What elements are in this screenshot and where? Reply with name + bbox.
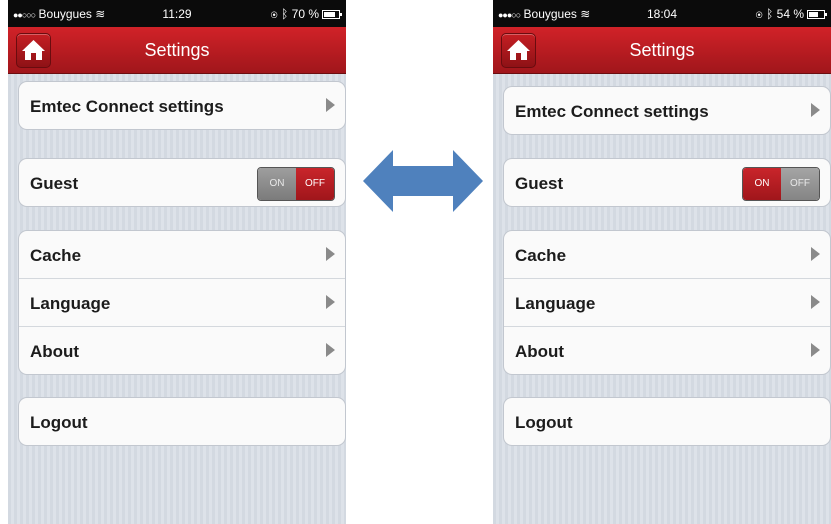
bluetooth-icon: ᛒ [766, 7, 774, 21]
group-guest: Guest ON OFF [503, 158, 831, 207]
toggle-on-segment[interactable]: ON [258, 168, 296, 200]
phone-screen-right: ●●●○○ Bouygues ≋ 18:04 ◉ ᛒ 54 % Settings… [493, 0, 831, 524]
about-row[interactable]: About [504, 327, 830, 374]
cache-row[interactable]: Cache [19, 231, 345, 279]
battery-icon [807, 10, 827, 19]
chevron-right-icon [326, 247, 335, 261]
toggle-off-segment[interactable]: OFF [296, 168, 334, 200]
row-label: Logout [30, 413, 88, 432]
emtec-connect-settings-row[interactable]: Emtec Connect settings [19, 82, 345, 129]
row-label: Language [515, 294, 596, 313]
status-bar: ●●●○○ Bouygues ≋ 18:04 ◉ ᛒ 54 % [493, 0, 831, 27]
logout-row[interactable]: Logout [19, 398, 345, 445]
battery-percent: 54 % [776, 7, 804, 21]
group-logout: Logout [18, 397, 346, 446]
row-label: Guest [30, 174, 79, 193]
about-row[interactable]: About [19, 327, 345, 374]
guest-toggle[interactable]: ON OFF [257, 167, 335, 201]
emtec-connect-settings-row[interactable]: Emtec Connect settings [504, 87, 830, 134]
row-label: Logout [515, 413, 573, 432]
status-right: ◉ ᛒ 54 % [755, 7, 827, 21]
battery-fill [324, 12, 336, 17]
row-label: Emtec Connect settings [30, 97, 224, 116]
chevron-right-icon [811, 103, 820, 117]
chevron-right-icon [811, 247, 820, 261]
group-emtec: Emtec Connect settings [18, 81, 346, 130]
status-right: ◉ ᛒ 70 % [270, 7, 342, 21]
guest-toggle[interactable]: ON OFF [742, 167, 820, 201]
phone-screen-left: ●●○○○ Bouygues ≋ 11:29 ◉ ᛒ 70 % Settings… [8, 0, 346, 524]
language-row[interactable]: Language [504, 279, 830, 327]
row-label: About [30, 342, 80, 361]
group-general: Cache Language About [503, 230, 831, 375]
logout-row[interactable]: Logout [504, 398, 830, 445]
row-label: Cache [515, 246, 567, 265]
guest-row: Guest ON OFF [504, 159, 830, 206]
group-guest: Guest ON OFF [18, 158, 346, 207]
lock-rotation-icon: ◉ [755, 7, 763, 21]
row-label: Guest [515, 174, 564, 193]
battery-fill [809, 12, 818, 17]
double-arrow-icon [363, 150, 483, 212]
row-label: Emtec Connect settings [515, 102, 709, 121]
chevron-right-icon [326, 98, 335, 112]
battery-icon [322, 10, 342, 19]
status-bar: ●●○○○ Bouygues ≋ 11:29 ◉ ᛒ 70 % [8, 0, 346, 27]
chevron-right-icon [326, 295, 335, 309]
battery-percent: 70 % [291, 7, 319, 21]
lock-rotation-icon: ◉ [270, 7, 278, 21]
group-emtec: Emtec Connect settings [503, 86, 831, 135]
group-general: Cache Language About [18, 230, 346, 375]
chevron-right-icon [326, 343, 335, 357]
chevron-right-icon [811, 343, 820, 357]
row-label: About [515, 342, 565, 361]
cache-row[interactable]: Cache [504, 231, 830, 279]
toggle-off-segment[interactable]: OFF [781, 168, 819, 200]
guest-row: Guest ON OFF [19, 159, 345, 206]
page-title: Settings [629, 40, 695, 60]
nav-bar: Settings [8, 27, 346, 74]
row-label: Cache [30, 246, 82, 265]
language-row[interactable]: Language [19, 279, 345, 327]
bluetooth-icon: ᛒ [281, 7, 289, 21]
nav-bar: Settings [493, 27, 831, 74]
group-logout: Logout [503, 397, 831, 446]
page-title: Settings [144, 40, 210, 60]
toggle-on-segment[interactable]: ON [743, 168, 781, 200]
row-label: Language [30, 294, 111, 313]
chevron-right-icon [811, 295, 820, 309]
